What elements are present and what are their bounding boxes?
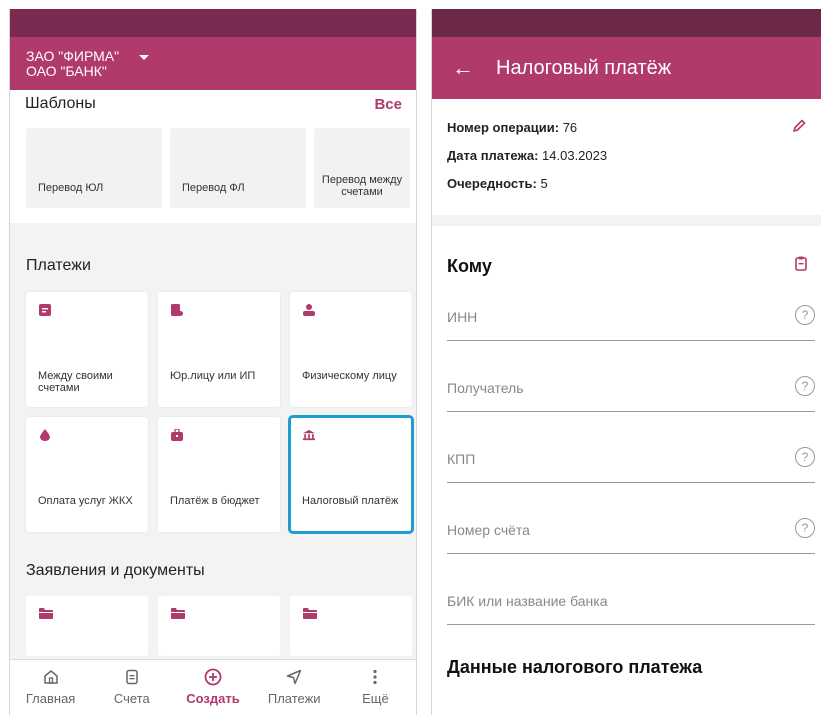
info-label: Дата платежа: [447,148,539,163]
tile-own-accounts[interactable]: Между своими счетами [26,292,148,407]
accounts-icon [124,668,140,686]
recipient-field[interactable]: Получатель ? [447,336,815,412]
pencil-icon[interactable] [792,119,806,133]
send-icon [286,668,302,686]
operation-number: Номер операции: 76 [447,120,821,148]
document-icon [39,304,51,316]
back-arrow-icon[interactable]: ← [452,57,474,79]
screenshot-stage: ЗАО "ФИРМА" ОАО "БАНК" Шаблоны Все Перев… [0,0,821,715]
nav-home[interactable]: Главная [10,660,91,715]
nav-label: Платежи [267,691,321,706]
doc-tile[interactable] [290,596,412,656]
inn-placeholder: ИНН [447,309,478,325]
bik-field[interactable]: БИК или название банка [447,549,815,625]
nav-accounts[interactable]: Счета [91,660,172,715]
templates-list: Перевод ЮЛ Перевод ФЛ Перевод между счет… [26,128,410,208]
nav-create[interactable]: Создать [172,660,253,715]
briefcase-icon [171,429,183,441]
template-card[interactable]: Перевод между счетами [314,128,410,208]
folder-icon [39,608,53,619]
info-label: Очередность: [447,176,537,191]
tile-label: Между своими счетами [38,370,113,394]
org-name-1: ЗАО "ФИРМА" [26,48,120,64]
template-card[interactable]: Перевод ЮЛ [26,128,162,208]
tile-utilities[interactable]: Оплата услуг ЖКХ [26,417,148,532]
templates-all-link[interactable]: Все [374,96,402,113]
home-icon [43,668,59,686]
payments-section: Платежи Между своими счетами Юр.лицу или… [10,252,416,656]
account-placeholder: Номер счёта [447,522,530,538]
more-icon [372,668,378,686]
payments-title: Платежи [26,257,91,274]
plus-circle-icon [204,668,222,686]
recipient-placeholder: Получатель [447,380,524,396]
org-switcher[interactable]: ЗАО "ФИРМА" ОАО "БАНК" [10,37,416,90]
payment-priority: Очередность: 5 [447,176,821,204]
payments-grid: Между своими счетами Юр.лицу или ИП Физи… [26,292,414,534]
nav-label: Создать [186,691,240,706]
folder-icon [171,608,185,619]
account-field[interactable]: Номер счёта ? [447,478,815,554]
help-icon[interactable]: ? [795,376,815,396]
bottom-navigation: Главная Счета Создать Платежи Ещё [10,659,416,715]
tile-legal-entity[interactable]: Юр.лицу или ИП [158,292,280,407]
drop-icon [40,429,50,441]
org-name-2: ОАО "БАНК" [26,63,107,79]
app-bar: ← Налоговый платёж [432,37,821,99]
info-value: 76 [562,120,578,135]
template-label: Перевод ЮЛ [38,182,104,194]
inn-field[interactable]: ИНН ? [447,265,815,341]
doc-tile[interactable] [26,596,148,656]
nav-more[interactable]: Ещё [335,660,416,715]
tax-payment-screen: ← Налоговый платёж Номер операции: 76 Да… [431,9,821,715]
nav-label: Главная [25,691,76,706]
tile-tax-payment[interactable]: Налоговый платёж [288,415,414,534]
template-label: Перевод между счетами [321,174,403,198]
tile-individual[interactable]: Физическому лицу [290,292,412,407]
person-icon [303,304,315,316]
tax-data-title: Данные налогового платежа [447,657,703,677]
tile-label: Платёж в бюджет [170,495,260,507]
bik-placeholder: БИК или название банка [447,593,608,609]
bank-icon [303,429,315,441]
nav-payments[interactable]: Платежи [254,660,335,715]
nav-label: Счета [113,691,150,706]
docs-grid [26,596,412,656]
kpp-placeholder: КПП [447,451,476,467]
template-label: Перевод ФЛ [182,182,245,194]
docs-title: Заявления и документы [26,562,205,579]
payment-date: Дата платежа: 14.03.2023 [447,148,821,176]
tile-budget[interactable]: Платёж в бюджет [158,417,280,532]
nav-label: Ещё [362,691,389,706]
tile-label: Налоговый платёж [302,495,399,507]
help-icon[interactable]: ? [795,518,815,538]
info-value: 5 [540,176,548,191]
help-icon[interactable]: ? [795,447,815,467]
folder-icon [303,608,317,619]
building-icon [171,304,183,316]
operation-info: Номер операции: 76 Дата платежа: 14.03.2… [432,99,821,215]
status-bar [432,9,821,37]
create-screen: ЗАО "ФИРМА" ОАО "БАНК" Шаблоны Все Перев… [9,9,417,715]
info-value: 14.03.2023 [542,148,608,163]
tile-label: Физическому лицу [302,370,397,382]
recipient-card: Кому ИНН ? Получатель ? КПП ? Номер счёт… [432,226,821,715]
page-title: Налоговый платёж [496,56,672,79]
doc-tile[interactable] [158,596,280,656]
tile-label: Юр.лицу или ИП [170,370,256,382]
template-card[interactable]: Перевод ФЛ [170,128,306,208]
help-icon[interactable]: ? [795,305,815,325]
field-underline [447,624,815,625]
info-label: Номер операции: [447,120,560,135]
templates-title: Шаблоны [25,95,96,112]
chevron-down-icon [139,55,150,60]
status-bar [10,9,416,37]
org-names: ЗАО "ФИРМА" ОАО "БАНК" [26,49,119,79]
templates-section: Шаблоны Все Перевод ЮЛ Перевод ФЛ Перево… [10,90,416,223]
tile-label: Оплата услуг ЖКХ [38,495,133,507]
kpp-field[interactable]: КПП ? [447,407,815,483]
